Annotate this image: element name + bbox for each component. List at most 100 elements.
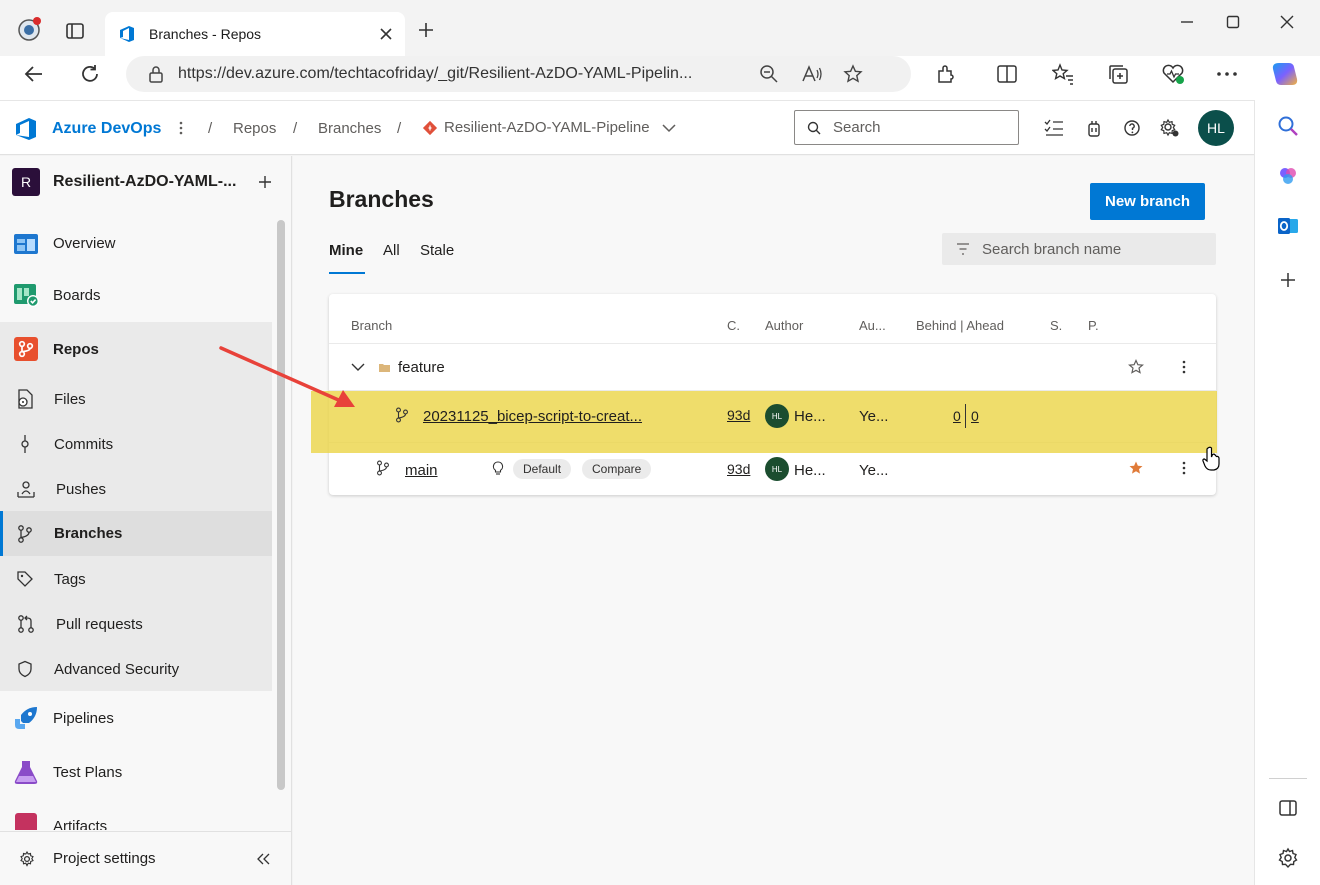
pull-request-icon [16,614,36,634]
column-commit[interactable]: C. [727,318,740,333]
folder-more-icon[interactable] [1179,359,1189,375]
main-more-icon[interactable] [1179,460,1189,476]
behind-count[interactable]: 0 [953,408,961,424]
project-settings-label: Project settings [53,850,156,867]
column-pull-request[interactable]: P. [1088,318,1099,333]
back-icon[interactable] [20,60,48,88]
browser-tab-active[interactable]: Branches - Repos [105,12,405,56]
maximize-icon[interactable] [1210,8,1256,36]
nav-branches[interactable]: Branches [0,511,272,556]
new-branch-button[interactable]: New branch [1090,183,1205,220]
folder-name[interactable]: feature [398,359,445,376]
search-icon [807,121,821,135]
author-avatar: HL [765,457,789,481]
nav-pipelines[interactable]: Pipelines [0,701,272,735]
sidebar-settings-icon[interactable] [1274,844,1302,872]
browser-essentials-icon[interactable] [1159,60,1187,88]
close-window-icon[interactable] [1264,8,1310,36]
column-branch[interactable]: Branch [351,318,392,333]
user-settings-icon[interactable] [1160,118,1180,138]
favorite-star-icon[interactable] [843,64,863,84]
breadcrumb-repos[interactable]: Repos [233,120,276,137]
hide-sidebar-icon[interactable] [1274,794,1302,822]
extensions-icon[interactable] [932,60,960,88]
ahead-count[interactable]: 0 [971,408,979,424]
address-bar[interactable]: https://dev.azure.com/techtacofriday/_gi… [126,56,911,92]
project-avatar: R [12,168,40,196]
profile-icon[interactable] [14,14,44,44]
branch-name-feature[interactable]: 20231125_bicep-script-to-creat... [423,408,642,425]
split-screen-icon[interactable] [993,60,1021,88]
edge-search-icon[interactable] [1274,112,1302,140]
tab-mine[interactable]: Mine [329,242,363,259]
azure-devops-favicon [117,24,137,44]
nav-boards[interactable]: Boards [0,278,272,312]
main-content: Branches New branch Mine All Stale Searc… [293,156,1254,885]
nav-test-plans[interactable]: Test Plans [0,755,272,789]
help-icon[interactable] [1122,118,1142,138]
breadcrumb-branches[interactable]: Branches [318,120,381,137]
branch-search-input[interactable]: Search branch name [942,233,1216,265]
lock-icon[interactable] [148,65,164,83]
nav-pull-requests[interactable]: Pull requests [0,609,272,639]
favorite-star-filled-icon[interactable] [1128,460,1144,476]
favorites-icon[interactable] [1049,60,1077,88]
collections-icon[interactable] [1104,60,1132,88]
folder-icon [377,361,391,373]
product-menu-icon[interactable] [171,120,191,136]
breadcrumb-separator: / [293,120,298,137]
nav-commits[interactable]: Commits [0,429,272,459]
brand[interactable]: Azure DevOps [14,116,161,142]
column-author[interactable]: Author [765,318,803,333]
filter-icon [956,243,970,255]
url-text[interactable]: https://dev.azure.com/techtacofriday/_gi… [178,65,743,83]
nav-boards-label: Boards [53,286,101,304]
work-items-icon[interactable] [1044,118,1064,138]
new-tab-icon[interactable] [414,18,438,42]
more-options-icon[interactable] [1213,60,1241,88]
header-search-input[interactable]: Search [794,110,1019,145]
user-avatar[interactable]: HL [1198,110,1234,146]
tab-title: Branches - Repos [149,26,262,42]
column-status[interactable]: S. [1050,318,1062,333]
gear-icon [19,850,35,867]
nav-pushes[interactable]: Pushes [0,474,272,504]
copilot-sidebar-icon[interactable] [1274,162,1302,190]
nav-tags[interactable]: Tags [0,564,272,594]
tag-icon [16,570,34,588]
column-authored-date[interactable]: Au... [859,318,886,333]
new-project-icon[interactable] [258,175,272,189]
compare-badge[interactable]: Compare [582,459,652,479]
breadcrumb-repo-selector[interactable]: Resilient-AzDO-YAML-Pipeline [422,119,676,136]
outlook-icon[interactable] [1274,212,1302,240]
minimize-icon[interactable] [1164,8,1210,36]
copilot-icon[interactable] [1271,60,1299,88]
browser-titlebar: Branches - Repos [0,0,1320,56]
collapse-nav-icon[interactable] [257,853,271,865]
project-selector[interactable]: R Resilient-AzDO-YAML-... [12,168,282,196]
author-avatar: HL [765,404,789,428]
nav-project-settings[interactable]: Project settings [0,831,291,885]
close-tab-icon[interactable] [379,27,393,41]
refresh-icon[interactable] [76,60,104,88]
add-sidebar-app-icon[interactable] [1274,266,1302,294]
tab-stale[interactable]: Stale [420,242,454,259]
nav-advanced-security[interactable]: Advanced Security [0,654,272,684]
nav-overview[interactable]: Overview [0,226,272,260]
tab-actions-icon[interactable] [62,18,88,44]
read-aloud-icon[interactable] [801,64,823,84]
folder-favorite-star-icon[interactable] [1128,359,1144,375]
author-name: He... [794,462,826,479]
commit-link[interactable]: 93d [727,461,750,477]
tab-all[interactable]: All [383,242,400,259]
zoom-icon[interactable] [759,64,779,84]
breadcrumb-separator: / [397,120,402,137]
nav-artifacts[interactable]: Artifacts [0,808,272,830]
column-behind-ahead[interactable]: Behind | Ahead [916,318,1004,333]
commit-link[interactable]: 93d [727,407,750,423]
commit-icon [16,434,34,454]
branch-name-main[interactable]: main [405,462,438,479]
nav-scrollbar[interactable] [277,220,285,790]
marketplace-icon[interactable] [1084,118,1104,138]
nav-commits-label: Commits [54,435,114,453]
